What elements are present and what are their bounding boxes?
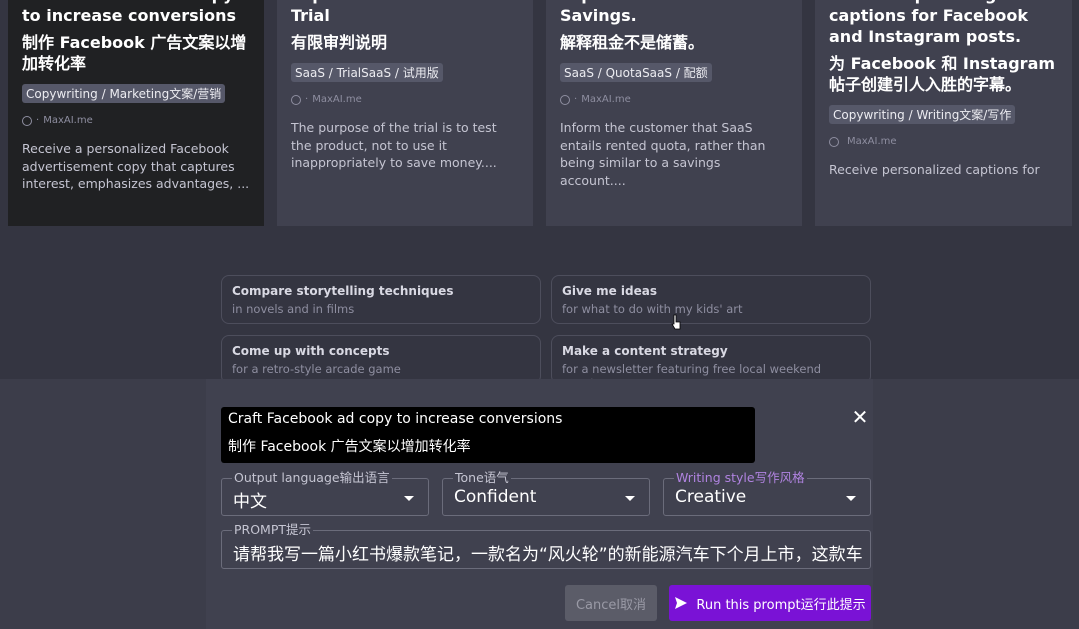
card-author-name[interactable]: MaxAI.me bbox=[581, 94, 631, 105]
output-language-label: Output language输出语言 bbox=[232, 470, 392, 485]
card-title-zh: 制作 Facebook 广告文案以增加转化率 bbox=[22, 33, 247, 73]
suggestion-item[interactable]: Make a content strategy for a newsletter… bbox=[551, 335, 871, 390]
card-title-en: Create captivating captions for Facebook… bbox=[829, 0, 1028, 46]
prompt-cards-grid: Craft Facebook ad copy to increase conve… bbox=[0, 0, 1079, 226]
card-tags[interactable]: Copywriting / Writing文案/写作 bbox=[829, 105, 1016, 124]
suggestion-subtitle: for what to do with my kids' art bbox=[562, 302, 743, 316]
card-author-name[interactable]: MaxAI.me bbox=[312, 94, 362, 105]
card-tags[interactable]: Copywriting / Marketing文案/营销 bbox=[22, 84, 226, 103]
close-icon[interactable]: ✕ bbox=[851, 407, 869, 427]
output-language-select[interactable]: Output language输出语言 中文 bbox=[221, 471, 429, 516]
card-author[interactable]: · MaxAI.me bbox=[291, 94, 519, 105]
mouse-pointer-icon bbox=[671, 314, 681, 330]
globe-icon bbox=[291, 94, 301, 105]
chevron-down-icon bbox=[625, 496, 635, 501]
card-tags[interactable]: SaaS / TrialSaaS / 试用版 bbox=[291, 63, 443, 82]
prompt-card[interactable]: ⋯ Explain Rent is not Savings. 解释租金不是储蓄。… bbox=[546, 0, 802, 226]
writing-style-label: Writing style写作风格 bbox=[674, 470, 807, 485]
output-language-value: 中文 bbox=[233, 492, 267, 512]
card-title-en: Explanation of Limited Trial bbox=[291, 0, 495, 25]
tone-value: Confident bbox=[454, 487, 537, 507]
send-icon bbox=[675, 597, 688, 609]
card-author[interactable]: MaxAI.me bbox=[829, 136, 1058, 147]
suggestion-title: Come up with concepts bbox=[232, 344, 390, 358]
suggestion-item[interactable]: Come up with concepts for a retro-style … bbox=[221, 335, 541, 384]
card-description: The purpose of the trial is to test the … bbox=[291, 120, 497, 170]
tone-label: Tone语气 bbox=[453, 470, 511, 485]
card-description: Receive a personalized Facebook advertis… bbox=[22, 141, 250, 191]
run-prompt-button[interactable]: Run this prompt运行此提示 bbox=[669, 585, 871, 621]
writing-style-value: Creative bbox=[675, 487, 747, 507]
suggestion-item[interactable]: Give me ideas for what to do with my kid… bbox=[551, 275, 871, 324]
run-prompt-label: Run this prompt运行此提示 bbox=[696, 597, 866, 613]
writing-style-select[interactable]: Writing style写作风格 Creative bbox=[663, 471, 871, 516]
globe-icon bbox=[829, 136, 839, 147]
suggestion-item[interactable]: Compare storytelling techniques in novel… bbox=[221, 275, 541, 324]
card-author-name[interactable]: MaxAI.me bbox=[43, 115, 93, 126]
tooltip-title-en: Craft Facebook ad copy to increase conve… bbox=[228, 411, 563, 427]
card-title-zh: 为 Facebook 和 Instagram 帖子创建引人入胜的字幕。 bbox=[829, 54, 1056, 94]
prompt-field[interactable]: PROMPT提示 请帮我写一篇小红书爆款笔记，一款名为“风火轮”的新能源汽车下个… bbox=[221, 523, 871, 569]
prompt-title-tooltip: Craft Facebook ad copy to increase conve… bbox=[221, 407, 755, 463]
suggestion-title: Make a content strategy bbox=[562, 344, 728, 358]
suggestion-title: Compare storytelling techniques bbox=[232, 284, 454, 298]
card-author[interactable]: · MaxAI.me bbox=[22, 115, 250, 126]
card-author[interactable]: · MaxAI.me bbox=[560, 94, 788, 105]
prompt-card[interactable]: Craft Facebook ad copy to increase conve… bbox=[8, 0, 264, 226]
tone-select[interactable]: Tone语气 Confident bbox=[442, 471, 650, 516]
globe-icon bbox=[560, 94, 570, 105]
card-description: Receive personalized captions for bbox=[829, 162, 1040, 177]
chevron-down-icon bbox=[404, 496, 414, 501]
card-author-name[interactable]: MaxAI.me bbox=[847, 136, 897, 147]
card-tags[interactable]: SaaS / QuotaSaaS / 配额 bbox=[560, 63, 712, 82]
card-title-zh: 解释租金不是储蓄。 bbox=[560, 33, 705, 52]
suggestion-subtitle: in novels and in films bbox=[232, 302, 355, 316]
card-title-en: Craft Facebook ad copy to increase conve… bbox=[22, 0, 237, 25]
suggestion-title: Give me ideas bbox=[562, 284, 658, 298]
prompt-card[interactable]: ⋯ Create captivating captions for Facebo… bbox=[815, 0, 1072, 226]
card-title-zh: 有限审判说明 bbox=[291, 33, 388, 52]
card-title-en: Explain Rent is not Savings. bbox=[560, 0, 730, 25]
prompt-card[interactable]: ⋯ Explanation of Limited Trial 有限审判说明 Sa… bbox=[277, 0, 533, 226]
prompt-input[interactable]: 请帮我写一篇小红书爆款笔记，一款名为“风火轮”的新能源汽车下个月上市，这款车 bbox=[233, 540, 868, 565]
suggestion-subtitle: for a retro-style arcade game bbox=[232, 362, 401, 376]
card-description: Inform the customer that SaaS entails re… bbox=[560, 120, 766, 188]
tooltip-title-zh: 制作 Facebook 广告文案以增加转化率 bbox=[228, 439, 471, 455]
globe-icon bbox=[22, 115, 32, 126]
chevron-down-icon bbox=[846, 496, 856, 501]
prompt-label: PROMPT提示 bbox=[232, 522, 314, 537]
cancel-button[interactable]: Cancel取消 bbox=[565, 585, 657, 621]
